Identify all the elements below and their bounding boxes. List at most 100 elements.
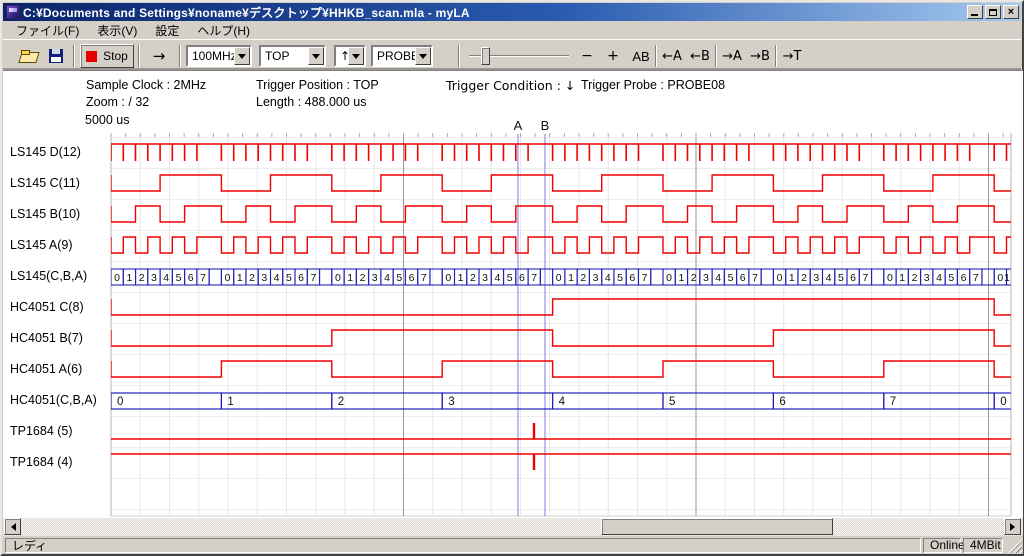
cursor-ab-button[interactable]: AB <box>627 44 655 68</box>
svg-text:7: 7 <box>973 272 979 284</box>
trigger-probe-combo[interactable]: PROBE00 <box>371 45 433 67</box>
menu-item-settings[interactable]: 設定 <box>146 20 188 41</box>
goto-cursor-a-button[interactable]: ←A <box>659 44 685 68</box>
svg-text:2: 2 <box>691 272 697 284</box>
zoom-slider-thumb[interactable] <box>481 47 490 65</box>
sample-clock-value: 100MHz <box>188 47 234 65</box>
set-cursor-b-button[interactable]: →B <box>747 44 773 68</box>
svg-text:0: 0 <box>1000 396 1006 408</box>
svg-text:0: 0 <box>225 272 231 284</box>
waveform-plot[interactable]: AB01234567012345670123456701234567012345… <box>3 71 1023 519</box>
menu-item-file[interactable]: ファイル(F) <box>7 20 88 41</box>
statusbar: レディ Online 4MBit <box>3 536 1023 554</box>
svg-text:1: 1 <box>227 396 233 408</box>
svg-text:4: 4 <box>384 272 390 284</box>
svg-text:4: 4 <box>936 272 942 284</box>
svg-text:6: 6 <box>409 272 415 284</box>
svg-text:3: 3 <box>261 272 267 284</box>
svg-text:1: 1 <box>458 272 464 284</box>
svg-text:4: 4 <box>715 272 721 284</box>
trigger-position-value: TOP <box>261 47 308 65</box>
svg-text:7: 7 <box>310 272 316 284</box>
svg-text:0: 0 <box>335 272 341 284</box>
svg-text:2: 2 <box>580 272 586 284</box>
sample-clock-combo[interactable]: 100MHz <box>186 45 252 67</box>
goto-trigger-button[interactable]: →T <box>779 44 805 68</box>
channel-wave-1 <box>111 175 1015 191</box>
svg-text:5: 5 <box>507 272 513 284</box>
maximize-button[interactable] <box>985 5 1001 19</box>
svg-text:4: 4 <box>826 272 832 284</box>
svg-text:0: 0 <box>887 272 893 284</box>
svg-text:1: 1 <box>126 272 132 284</box>
svg-text:2: 2 <box>912 272 918 284</box>
stop-button[interactable]: Stop <box>80 44 134 68</box>
toolbar-separator <box>458 45 460 67</box>
trigger-edge-value: ↑ <box>336 47 348 65</box>
single-run-button[interactable]: → <box>143 44 175 68</box>
toolbar-separator <box>179 45 181 67</box>
dropdown-button[interactable] <box>348 47 364 65</box>
svg-text:7: 7 <box>531 272 537 284</box>
scroll-left-button[interactable] <box>4 518 21 535</box>
goto-cursor-b-button[interactable]: ←B <box>687 44 713 68</box>
svg-text:0: 0 <box>777 272 783 284</box>
toolbar: Stop → 100MHz TOP ↑ PROBE00 − + AB ←A ←B <box>3 39 1021 70</box>
right-arrow-icon: → <box>153 47 166 65</box>
save-button[interactable] <box>43 44 69 68</box>
svg-text:4: 4 <box>494 272 500 284</box>
menu-item-help[interactable]: ヘルプ(H) <box>188 20 259 41</box>
svg-text:0: 0 <box>997 272 1003 284</box>
svg-text:4: 4 <box>163 272 169 284</box>
maximize-icon <box>989 9 997 16</box>
svg-text:2: 2 <box>139 272 145 284</box>
close-button[interactable]: × <box>1003 5 1019 19</box>
svg-text:0: 0 <box>666 272 672 284</box>
triangle-left-icon <box>7 523 16 531</box>
svg-text:6: 6 <box>188 272 194 284</box>
status-ready: レディ <box>5 538 921 553</box>
svg-text:3: 3 <box>593 272 599 284</box>
chevron-down-icon <box>352 54 360 63</box>
svg-text:4: 4 <box>274 272 280 284</box>
svg-text:3: 3 <box>482 272 488 284</box>
open-button[interactable] <box>16 44 42 68</box>
horizontal-scrollbar[interactable] <box>3 518 1023 536</box>
svg-text:7: 7 <box>642 272 648 284</box>
toolbar-separator <box>73 45 75 67</box>
channel-wave-3 <box>111 237 1019 253</box>
set-cursor-a-button[interactable]: →A <box>719 44 745 68</box>
cursor-label-B: B <box>541 118 550 133</box>
zoom-out-button[interactable]: − <box>577 44 597 68</box>
channel-wave-6 <box>111 330 1015 346</box>
svg-text:0: 0 <box>114 272 120 284</box>
svg-text:5: 5 <box>838 272 844 284</box>
svg-text:2: 2 <box>470 272 476 284</box>
app-window: C:¥Documents and Settings¥noname¥デスクトップ¥… <box>0 0 1024 556</box>
close-icon: × <box>1008 7 1014 17</box>
zoom-in-button[interactable]: + <box>603 44 623 68</box>
titlebar[interactable]: C:¥Documents and Settings¥noname¥デスクトップ¥… <box>3 3 1021 21</box>
svg-text:7: 7 <box>421 272 427 284</box>
dropdown-button[interactable] <box>415 47 431 65</box>
scroll-right-button[interactable] <box>1004 518 1021 535</box>
menu-item-view[interactable]: 表示(V) <box>88 20 146 41</box>
svg-text:3: 3 <box>703 272 709 284</box>
minimize-button[interactable] <box>967 5 983 19</box>
minimize-icon <box>971 14 978 16</box>
trigger-edge-combo[interactable]: ↑ <box>334 45 366 67</box>
chevron-down-icon <box>312 54 320 63</box>
svg-text:0: 0 <box>556 272 562 284</box>
trigger-position-combo[interactable]: TOP <box>259 45 326 67</box>
resize-grip[interactable] <box>1008 539 1022 553</box>
channel-wave-2 <box>111 206 1019 222</box>
svg-text:4: 4 <box>559 396 566 408</box>
dropdown-button[interactable] <box>308 47 324 65</box>
dropdown-button[interactable] <box>234 47 250 65</box>
svg-text:2: 2 <box>360 272 366 284</box>
svg-text:2: 2 <box>249 272 255 284</box>
scrollbar-thumb[interactable] <box>601 518 833 535</box>
status-online: Online <box>923 538 961 553</box>
svg-text:5: 5 <box>669 396 675 408</box>
svg-text:1: 1 <box>899 272 905 284</box>
